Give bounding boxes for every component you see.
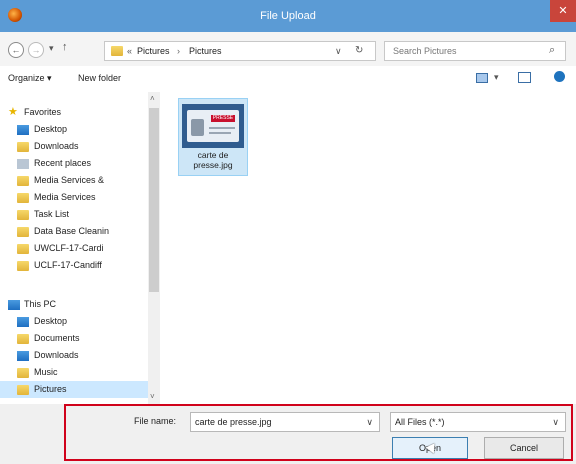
folder-icon: [17, 227, 29, 237]
nav-pc-downloads[interactable]: Downloads: [0, 347, 148, 364]
documents-icon: [17, 334, 29, 344]
nav-label: Desktop: [34, 316, 68, 326]
preview-pane-icon[interactable]: [518, 72, 531, 83]
address-bar[interactable]: « Pictures › Pictures ∨ ↻: [104, 41, 376, 61]
card-line: [209, 127, 235, 129]
press-badge: PRESSE: [211, 115, 235, 122]
star-icon: ★: [8, 106, 18, 118]
breadcrumb-pictures-current[interactable]: Pictures: [189, 46, 222, 56]
file-name-label: carte de presse.jpg: [178, 150, 248, 170]
folder-icon: [17, 210, 29, 220]
new-folder-button[interactable]: New folder: [78, 73, 121, 83]
card-line: [209, 132, 231, 134]
folder-icon: [17, 244, 29, 254]
nav-item-recent-places[interactable]: Recent places: [0, 155, 148, 172]
file-name-line1: carte de: [197, 150, 229, 160]
highlight-annotation: [64, 404, 573, 461]
nav-item-uclf-17-cardiff[interactable]: UCLF-17-Candiff: [0, 257, 148, 274]
folder-icon: [111, 46, 123, 56]
file-name-line2: presse.jpg: [193, 160, 233, 170]
nav-label: Documents: [34, 333, 80, 343]
recent-locations-button[interactable]: ▾: [49, 43, 54, 54]
downloads-icon: [17, 142, 29, 152]
nav-pc-music[interactable]: Music: [0, 364, 148, 381]
search-box[interactable]: Search Pictures ⌕: [384, 41, 566, 61]
nav-label: Favorites: [24, 107, 62, 117]
nav-label: Recent places: [34, 158, 92, 168]
nav-label: Desktop: [34, 124, 68, 134]
nav-label: Media Services: [34, 192, 96, 202]
address-dropdown-icon[interactable]: ∨: [335, 46, 342, 57]
nav-label: UCLF-17-Candiff: [34, 260, 102, 270]
folder-icon: [17, 176, 29, 186]
desktop-icon: [17, 125, 29, 135]
computer-icon: [8, 300, 20, 310]
nav-item-desktop[interactable]: Desktop: [0, 121, 148, 138]
nav-label: Downloads: [34, 141, 79, 151]
nav-item-media-services[interactable]: Media Services: [0, 189, 148, 206]
view-options-icon[interactable]: [476, 73, 488, 83]
recent-places-icon: [17, 159, 29, 169]
desktop-icon: [17, 317, 29, 327]
nav-label: Pictures: [34, 384, 67, 394]
nav-pc-documents[interactable]: Documents: [0, 330, 148, 347]
search-input[interactable]: Search Pictures: [393, 46, 457, 56]
organize-button[interactable]: Organize ▾: [8, 73, 52, 84]
nav-pc-pictures[interactable]: Pictures: [0, 381, 148, 398]
nav-label: Data Base Cleanin: [34, 226, 110, 236]
music-icon: [17, 368, 29, 378]
folder-icon: [17, 261, 29, 271]
nav-item-data-base-cleaning[interactable]: Data Base Cleanin: [0, 223, 148, 240]
nav-item-media-services-and[interactable]: Media Services &: [0, 172, 148, 189]
close-button[interactable]: ✕: [550, 0, 576, 22]
nav-scrollbar-thumb[interactable]: [149, 108, 159, 292]
up-button[interactable]: ↑: [62, 41, 68, 53]
help-icon[interactable]: [554, 71, 565, 82]
window-title: File Upload: [260, 10, 316, 22]
pictures-icon: [17, 385, 29, 395]
nav-label: This PC: [24, 299, 57, 309]
back-button[interactable]: ←: [8, 42, 24, 58]
nav-item-downloads[interactable]: Downloads: [0, 138, 148, 155]
breadcrumb-overflow[interactable]: «: [127, 46, 132, 56]
scroll-down-arrow-icon[interactable]: ˅: [150, 392, 155, 401]
navigation-pane: ★ Favorites Desktop Downloads Recent pla…: [0, 92, 160, 404]
nav-item-task-list[interactable]: Task List: [0, 206, 148, 223]
downloads-icon: [17, 351, 29, 361]
breadcrumb-pictures[interactable]: Pictures: [137, 46, 170, 56]
nav-label: Downloads: [34, 350, 79, 360]
nav-this-pc-header[interactable]: This PC: [0, 296, 148, 313]
nav-label: Music: [34, 367, 58, 377]
nav-pc-desktop[interactable]: Desktop: [0, 313, 148, 330]
breadcrumb-separator: ›: [177, 46, 180, 56]
photo-silhouette-icon: [191, 119, 204, 136]
view-dropdown-icon[interactable]: ▾: [494, 72, 499, 83]
scroll-up-arrow-icon[interactable]: ˄: [150, 94, 155, 103]
refresh-icon[interactable]: ↻: [355, 45, 363, 56]
press-card-image: PRESSE: [187, 110, 239, 142]
nav-favorites-header[interactable]: ★ Favorites: [0, 104, 148, 121]
search-icon[interactable]: ⌕: [549, 44, 555, 57]
folder-icon: [17, 193, 29, 203]
forward-button[interactable]: →: [28, 42, 44, 58]
nav-label: Task List: [34, 209, 70, 219]
nav-label: UWCLF-17-Cardi: [34, 243, 104, 253]
nav-item-uwclf-17-cardiff[interactable]: UWCLF-17-Cardi: [0, 240, 148, 257]
nav-label: Media Services &: [34, 175, 105, 185]
